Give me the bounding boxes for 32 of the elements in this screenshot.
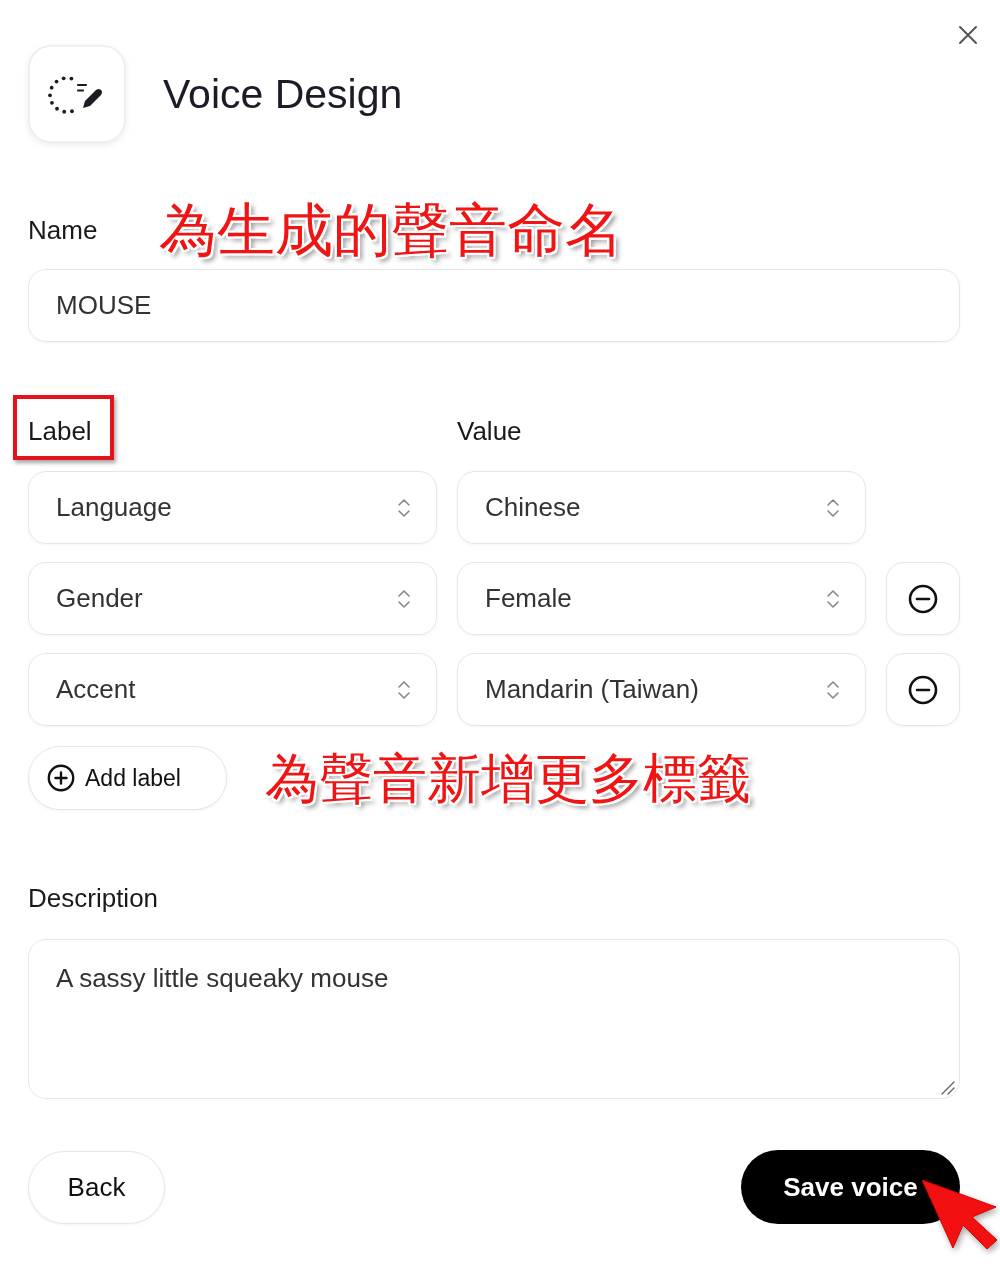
remove-button[interactable]	[886, 562, 960, 635]
value-select[interactable]: Chinese	[457, 471, 866, 544]
field-label: Name	[28, 215, 98, 245]
dotted-circle-pen-icon	[28, 45, 126, 143]
label-select[interactable]: Language	[28, 471, 437, 544]
save-button[interactable]: Save voice	[741, 1150, 960, 1224]
add-label-button[interactable]: Add label	[28, 746, 227, 810]
minus-circle-icon	[908, 583, 938, 614]
chevron-up-down-icon	[826, 678, 840, 701]
chevron-up-down-icon	[397, 587, 411, 610]
chevron-up-down-icon	[826, 587, 840, 610]
chevron-up-down-icon	[826, 496, 840, 519]
column-header: Label	[28, 416, 92, 446]
annotation-caption: 為生成的聲音命名	[159, 198, 624, 262]
description-field[interactable]: A sassy little squeaky mouse	[28, 939, 960, 1099]
dialog-title: Voice Design	[163, 70, 403, 119]
plus-circle-icon	[47, 764, 75, 792]
name-field[interactable]: MOUSE	[28, 269, 960, 342]
remove-button[interactable]	[886, 653, 960, 726]
value-select[interactable]: Mandarin (Taiwan)	[457, 653, 866, 726]
label-select[interactable]: Accent	[28, 653, 437, 726]
chevron-up-down-icon	[397, 496, 411, 519]
close-icon[interactable]	[958, 25, 978, 45]
minus-circle-icon	[908, 674, 938, 705]
field-label: Description	[28, 883, 159, 913]
value-select[interactable]: Female	[457, 562, 866, 635]
chevron-up-down-icon	[397, 678, 411, 701]
back-button[interactable]: Back	[28, 1150, 165, 1224]
column-header: Value	[457, 416, 522, 446]
label-select[interactable]: Gender	[28, 562, 437, 635]
resize-grip-icon	[941, 1081, 955, 1095]
annotation-caption: 為聲音新增更多標籤	[265, 747, 751, 809]
